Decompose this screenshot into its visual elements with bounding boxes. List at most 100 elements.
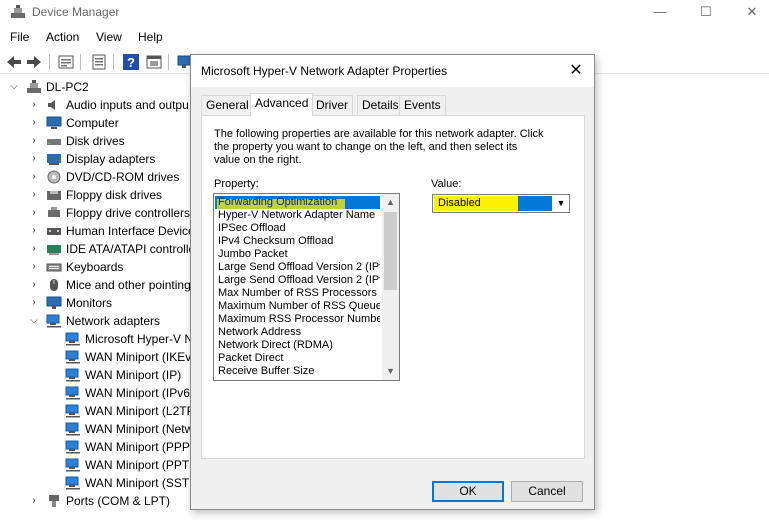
- tree-category[interactable]: › Floppy drive controllers: [0, 204, 200, 222]
- tree-network-adapter[interactable]: WAN Miniport (IKEv: [0, 348, 200, 366]
- chevron-right-icon[interactable]: ›: [28, 258, 40, 276]
- tree-network-adapter[interactable]: WAN Miniport (PPTI: [0, 456, 200, 474]
- property-list[interactable]: Forwarding Optimization Hyper-V Network A…: [213, 193, 400, 381]
- property-item[interactable]: Network Direct (RDMA): [218, 339, 380, 352]
- tree-category[interactable]: › Human Interface Device: [0, 222, 200, 240]
- chevron-right-icon[interactable]: ›: [28, 492, 40, 510]
- property-item[interactable]: Hyper-V Network Adapter Name: [218, 209, 380, 222]
- tree-category-label: Floppy disk drives: [66, 188, 163, 202]
- property-item-label: Hyper-V Network Adapter Name: [218, 209, 376, 221]
- scroll-down-arrow-icon[interactable]: ▼: [382, 363, 399, 380]
- property-item[interactable]: Receive Buffer Size: [218, 365, 380, 378]
- dialog-close-button[interactable]: ✕: [563, 59, 589, 83]
- network-adapter-icon: [65, 458, 80, 472]
- menu-help[interactable]: Help: [138, 30, 163, 44]
- property-item[interactable]: IPv4 Checksum Offload: [218, 235, 380, 248]
- back-arrow-icon[interactable]: [5, 53, 23, 71]
- tree-category[interactable]: › Display adapters: [0, 150, 200, 168]
- menu-bar: File Action View Help: [0, 28, 769, 48]
- tree-category[interactable]: ⌵ Network adapters: [0, 312, 200, 330]
- tree-network-adapter[interactable]: WAN Miniport (Netw: [0, 420, 200, 438]
- chevron-down-icon[interactable]: ⌵: [28, 312, 40, 330]
- property-item[interactable]: Network Address: [218, 326, 380, 339]
- value-dropdown[interactable]: Disabled ▼: [432, 194, 570, 213]
- menu-file[interactable]: File: [10, 30, 29, 44]
- tree-category[interactable]: › Floppy disk drives: [0, 186, 200, 204]
- tree-category[interactable]: › Mice and other pointing: [0, 276, 200, 294]
- chevron-right-icon[interactable]: ›: [28, 96, 40, 114]
- network-adapter-icon: [65, 386, 80, 400]
- chevron-right-icon[interactable]: ›: [28, 222, 40, 240]
- chevron-down-icon[interactable]: ⌵: [8, 78, 20, 96]
- tab-details[interactable]: Details: [357, 95, 404, 115]
- property-item[interactable]: Maximum RSS Processor Number: [218, 313, 380, 326]
- tree-category[interactable]: › Computer: [0, 114, 200, 132]
- advanced-tab-panel: The following properties are available f…: [201, 115, 585, 459]
- monitor-icon: [46, 296, 62, 309]
- property-item-label: Large Send Offload Version 2 (IPv6: [218, 274, 380, 286]
- chevron-right-icon[interactable]: ›: [28, 294, 40, 312]
- property-item[interactable]: Large Send Offload Version 2 (IPv4: [218, 261, 380, 274]
- network-adapter-icon: [65, 422, 80, 436]
- tree-network-adapter[interactable]: WAN Miniport (SSTP: [0, 474, 200, 492]
- tree-network-adapter[interactable]: Microsoft Hyper-V N: [0, 330, 200, 348]
- chevron-right-icon[interactable]: ›: [28, 186, 40, 204]
- grid-view-icon[interactable]: [145, 53, 163, 71]
- ok-button[interactable]: OK: [432, 481, 504, 502]
- tree-network-adapter[interactable]: WAN Miniport (IP): [0, 366, 200, 384]
- chevron-right-icon[interactable]: ›: [28, 132, 40, 150]
- port-icon: [49, 495, 59, 507]
- tree-network-adapter[interactable]: WAN Miniport (L2TP: [0, 402, 200, 420]
- tree-category-label: Keyboards: [66, 260, 124, 274]
- cancel-button[interactable]: Cancel: [511, 481, 583, 502]
- tree-root[interactable]: ⌵ DL-PC2: [0, 78, 200, 96]
- tree-category[interactable]: › IDE ATA/ATAPI controlle: [0, 240, 200, 258]
- forward-arrow-icon[interactable]: [25, 53, 43, 71]
- properties-view-icon[interactable]: [57, 53, 75, 71]
- property-item[interactable]: Maximum Number of RSS Queues: [218, 300, 380, 313]
- tab-advanced[interactable]: Advanced: [250, 93, 314, 116]
- property-item[interactable]: IPSec Offload: [218, 222, 380, 235]
- tree-category[interactable]: › Audio inputs and outpu: [0, 96, 200, 114]
- tree-category-label: Human Interface Device: [66, 224, 195, 238]
- chevron-right-icon[interactable]: ›: [28, 204, 40, 222]
- toolbar-divider: [49, 54, 50, 70]
- device-tree: ⌵ DL-PC2 › Audio inputs and outpu › Computer ›…: [0, 78, 200, 527]
- tab-general[interactable]: General: [201, 95, 254, 115]
- network-icon: [46, 314, 61, 328]
- chevron-right-icon[interactable]: ›: [28, 114, 40, 132]
- property-item[interactable]: Large Send Offload Version 2 (IPv6: [218, 274, 380, 287]
- property-list-scrollbar[interactable]: ▲ ▼: [382, 194, 399, 380]
- tree-category-label: Disk drives: [66, 134, 125, 148]
- tree-category[interactable]: › Disk drives: [0, 132, 200, 150]
- chevron-right-icon[interactable]: ›: [28, 240, 40, 258]
- property-item[interactable]: Max Number of RSS Processors: [218, 287, 380, 300]
- keyboard-icon: [46, 263, 62, 272]
- chevron-right-icon[interactable]: ›: [28, 168, 40, 186]
- mouse-icon: [50, 279, 58, 291]
- minimize-button[interactable]: —: [637, 0, 683, 26]
- chevron-right-icon[interactable]: ›: [28, 276, 40, 294]
- maximize-button[interactable]: ☐: [683, 0, 729, 26]
- tree-category[interactable]: › DVD/CD-ROM drives: [0, 168, 200, 186]
- property-item-selected[interactable]: Forwarding Optimization: [215, 196, 380, 209]
- menu-view[interactable]: View: [96, 30, 122, 44]
- chevron-down-icon[interactable]: ▼: [553, 195, 569, 212]
- tree-category[interactable]: › Keyboards: [0, 258, 200, 276]
- dvd-icon: [47, 170, 61, 184]
- close-window-button[interactable]: ✕: [729, 0, 769, 26]
- document-icon[interactable]: [90, 53, 108, 71]
- tab-driver[interactable]: Driver: [311, 95, 353, 115]
- tree-category[interactable]: › Monitors: [0, 294, 200, 312]
- scroll-up-arrow-icon[interactable]: ▲: [382, 194, 399, 211]
- tab-events[interactable]: Events: [399, 95, 446, 115]
- menu-action[interactable]: Action: [46, 30, 79, 44]
- chevron-right-icon[interactable]: ›: [28, 150, 40, 168]
- property-item[interactable]: Packet Direct: [218, 352, 380, 365]
- tree-network-adapter[interactable]: WAN Miniport (IPv6: [0, 384, 200, 402]
- property-item[interactable]: Jumbo Packet: [218, 248, 380, 261]
- help-icon[interactable]: ?: [122, 53, 140, 71]
- tree-network-adapter[interactable]: WAN Miniport (PPP(: [0, 438, 200, 456]
- tree-category[interactable]: › Ports (COM & LPT): [0, 492, 200, 510]
- scroll-thumb[interactable]: [384, 212, 397, 290]
